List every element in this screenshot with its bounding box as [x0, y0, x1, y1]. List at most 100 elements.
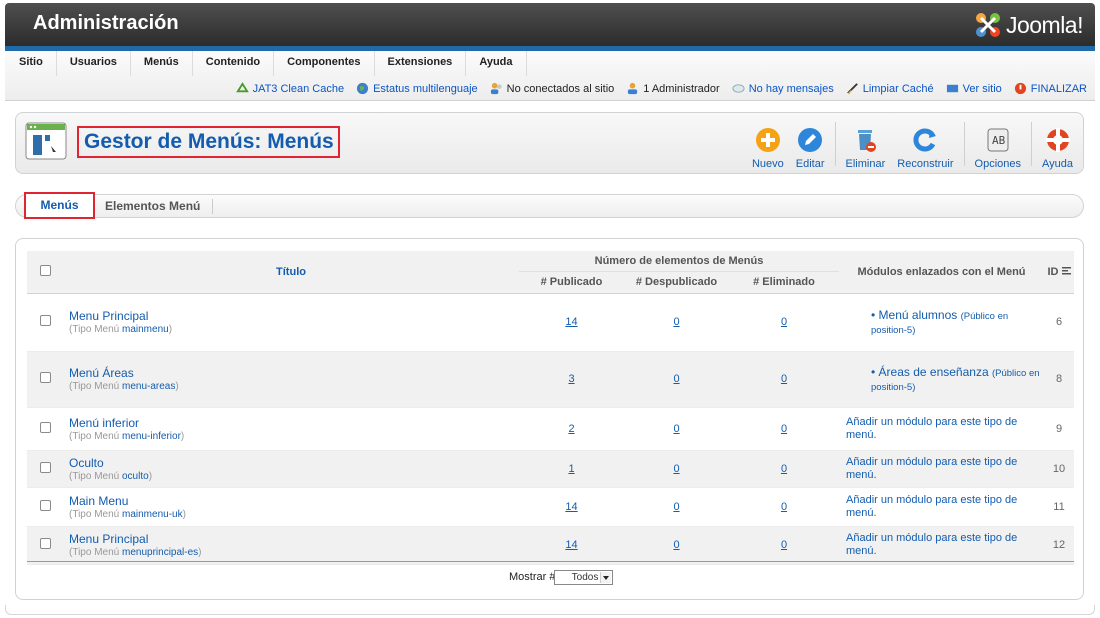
- row-title-cell: Menú inferior (Tipo Menú menu-inferior): [63, 407, 519, 451]
- add-module-link[interactable]: Añadir un módulo para este tipo de menú.: [839, 450, 1044, 488]
- rebuild-button[interactable]: Reconstruir: [891, 118, 959, 170]
- page-bottom-border: [5, 605, 1095, 615]
- trashed-count-link[interactable]: 0: [729, 407, 839, 451]
- published-count-link[interactable]: 14: [519, 526, 624, 565]
- row-select: [27, 487, 63, 527]
- row-checkbox[interactable]: [39, 499, 51, 511]
- trashed-count-link[interactable]: 0: [729, 450, 839, 488]
- published-count-link[interactable]: 14: [519, 293, 624, 352]
- row-title-cell: Menú Áreas (Tipo Menú menu-areas): [63, 351, 519, 408]
- menu-componentes[interactable]: Componentes: [274, 51, 375, 76]
- menu-type-value: menu-inferior: [122, 430, 181, 442]
- new-button[interactable]: Nuevo: [746, 118, 790, 170]
- admin-title: Administración: [33, 12, 179, 34]
- menu-sitio[interactable]: Sitio: [5, 51, 57, 76]
- status-clear-cache-label: Limpiar Caché: [862, 82, 934, 95]
- trashed-count-link[interactable]: 0: [729, 293, 839, 352]
- joomla-logo[interactable]: Joomla!: [973, 10, 1084, 40]
- pencil-icon: [798, 128, 823, 152]
- menu-usuarios[interactable]: Usuarios: [57, 51, 131, 76]
- menu-title-link[interactable]: Oculto: [69, 456, 519, 470]
- unpublished-count-link[interactable]: 0: [624, 450, 729, 488]
- table-row: Menú inferior (Tipo Menú menu-inferior) …: [27, 407, 1074, 451]
- status-multilang[interactable]: Estatus multilenguaje: [356, 82, 478, 95]
- menu-menus[interactable]: Menús: [131, 51, 193, 76]
- status-not-connected: No conectados al sitio: [490, 82, 614, 95]
- globe-icon: [357, 82, 369, 95]
- trash-icon: [858, 130, 877, 152]
- modules-column-header: Módulos enlazados con el Menú: [839, 251, 1044, 294]
- row-checkbox[interactable]: [39, 421, 51, 433]
- module-link[interactable]: Menú alumnos: [879, 308, 958, 322]
- broom-icon: [846, 83, 858, 95]
- status-multilang-label: Estatus multilenguaje: [373, 82, 478, 95]
- module-link[interactable]: Áreas de enseñanza: [879, 365, 989, 379]
- trashed-count-link[interactable]: 0: [729, 351, 839, 408]
- menu-ayuda[interactable]: Ayuda: [466, 51, 527, 76]
- status-clear-cache[interactable]: Limpiar Caché: [846, 82, 934, 95]
- list-limit-select[interactable]: Todos: [554, 570, 613, 585]
- select-all-checkbox[interactable]: [39, 264, 51, 276]
- unpublished-count-link[interactable]: 0: [624, 351, 729, 408]
- menu-title-link[interactable]: Menú Áreas: [69, 366, 519, 380]
- list-limit-label: Mostrar #: [509, 571, 556, 583]
- edit-button[interactable]: Editar: [790, 118, 831, 170]
- unpublished-count-link[interactable]: 0: [624, 487, 729, 527]
- row-select: [27, 450, 63, 488]
- tab-menu-items[interactable]: Elementos Menú: [105, 199, 200, 213]
- module-list-item: • Menú alumnos (Público en position-5): [871, 308, 1009, 336]
- items-count-group-header: Número de elementos de Menús: [519, 251, 839, 272]
- joomla-logo-icon: [975, 13, 1000, 37]
- row-checkbox[interactable]: [39, 461, 51, 473]
- row-checkbox[interactable]: [39, 372, 51, 383]
- add-module-link[interactable]: Añadir un módulo para este tipo de menú.: [839, 526, 1044, 565]
- table-row: Menu Principal (Tipo Menú mainmenu) 14 0…: [27, 293, 1074, 352]
- published-count-link[interactable]: 1: [519, 450, 624, 488]
- menu-title-link[interactable]: Menu Principal: [69, 309, 519, 323]
- published-count-link[interactable]: 2: [519, 407, 624, 451]
- menu-type: (Tipo Menú mainmenu-uk): [69, 508, 186, 520]
- status-view-site[interactable]: Ver sitio: [946, 82, 1002, 95]
- unpublished-count-link[interactable]: 0: [624, 526, 729, 565]
- menu-title-link[interactable]: Menu Principal: [69, 532, 519, 546]
- menu-type-prefix: (Tipo Menú: [69, 324, 120, 335]
- add-module-link[interactable]: Añadir un módulo para este tipo de menú.: [839, 487, 1044, 527]
- power-icon: [1014, 82, 1026, 95]
- menu-type-prefix: (Tipo Menú: [69, 430, 120, 442]
- status-logout[interactable]: FINALIZAR: [1014, 82, 1087, 95]
- unpublished-count-link[interactable]: 0: [624, 293, 729, 352]
- menu-title-link[interactable]: Menú inferior: [69, 416, 519, 430]
- rebuild-button-label: Reconstruir: [897, 158, 954, 170]
- status-messages[interactable]: No hay mensajes: [732, 82, 834, 95]
- row-checkbox[interactable]: [39, 538, 51, 549]
- tab-menus[interactable]: Menús: [24, 192, 95, 219]
- list-limit-value: Todos: [571, 572, 599, 583]
- published-count-link[interactable]: 3: [519, 351, 624, 408]
- dropdown-arrow-icon: [600, 572, 611, 583]
- menu-type-value: menuprincipal-es: [122, 547, 199, 558]
- title-column-header[interactable]: Título: [63, 251, 519, 294]
- row-checkbox[interactable]: [39, 315, 51, 326]
- trashed-count-link[interactable]: 0: [729, 526, 839, 565]
- menu-type-value: mainmenu-uk: [122, 508, 183, 520]
- help-button[interactable]: Ayuda: [1036, 118, 1079, 170]
- page-title: Gestor de Menús: Menús: [84, 130, 334, 153]
- status-cache[interactable]: JAT3 Clean Cache: [235, 82, 344, 95]
- row-title-cell: Menu Principal (Tipo Menú menuprincipal-…: [63, 526, 519, 565]
- content-box: Título Número de elementos de Menús Módu…: [15, 238, 1084, 600]
- published-count-link[interactable]: 14: [519, 487, 624, 527]
- recycle-icon: [235, 82, 249, 93]
- toolbar-box: Gestor de Menús: Menús Nuevo Editar Elim…: [15, 112, 1084, 174]
- trashed-count-link[interactable]: 0: [729, 487, 839, 527]
- add-module-link[interactable]: Añadir un módulo para este tipo de menú.: [839, 407, 1044, 451]
- unpublished-count-link[interactable]: 0: [624, 407, 729, 451]
- edit-button-label: Editar: [795, 158, 825, 170]
- menu-title-link[interactable]: Main Menu: [69, 494, 519, 508]
- menu-contenido[interactable]: Contenido: [193, 51, 275, 76]
- delete-button[interactable]: Eliminar: [840, 118, 892, 170]
- new-button-label: Nuevo: [751, 158, 784, 170]
- options-button[interactable]: AB Opciones: [969, 118, 1027, 170]
- id-column-header[interactable]: ID: [1044, 251, 1074, 294]
- menu-extensiones[interactable]: Extensiones: [375, 51, 467, 76]
- toolbar-buttons: Nuevo Editar Eliminar Reconstruir AB Opc…: [746, 118, 1079, 170]
